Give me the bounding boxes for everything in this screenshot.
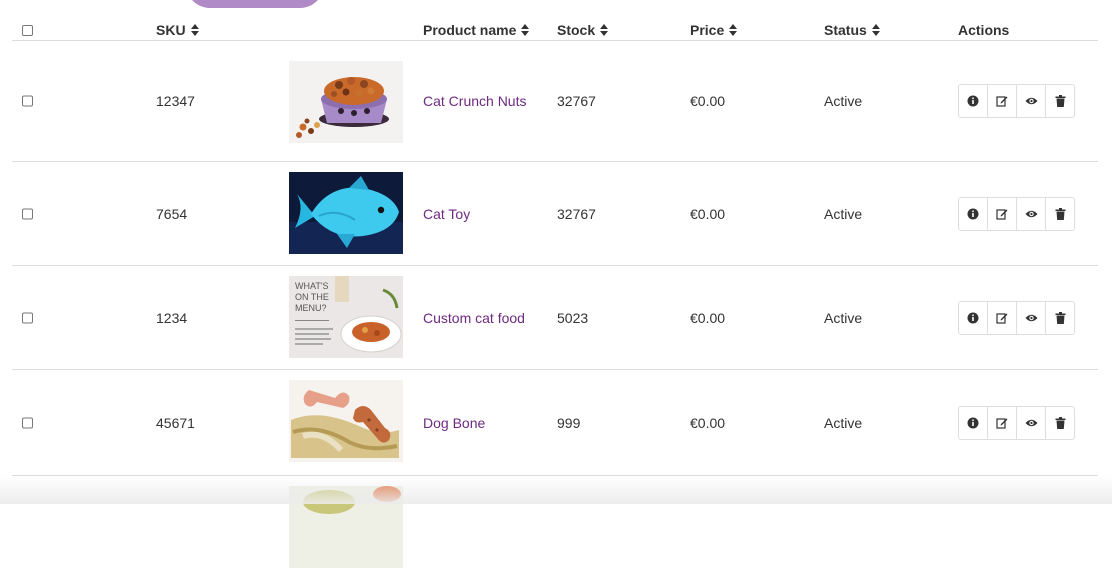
- sort-icon: [190, 24, 199, 36]
- edit-icon: [996, 312, 1008, 324]
- sku-cell: 1234: [156, 309, 188, 326]
- view-icon: [1025, 97, 1037, 105]
- price-cell: €0.00: [690, 205, 726, 222]
- actions-header-label: Actions: [958, 22, 1010, 38]
- view-button[interactable]: [1017, 85, 1046, 117]
- row-checkbox[interactable]: [22, 417, 33, 428]
- price-header-label: Price: [690, 22, 725, 38]
- stock-header[interactable]: Stock: [557, 22, 609, 38]
- table-row: 12347 Cat Crunch Nuts 32767 €0.00 Active: [12, 41, 1098, 162]
- delete-button[interactable]: [1046, 302, 1074, 334]
- product-name-link[interactable]: Cat Toy: [423, 206, 470, 222]
- edit-button[interactable]: [988, 197, 1017, 230]
- status-header-label: Status: [824, 22, 867, 38]
- product-thumbnail: [289, 172, 403, 254]
- view-icon: [1025, 210, 1037, 217]
- delete-button[interactable]: [1046, 407, 1074, 439]
- table-row: 7654 Cat Toy 32767 €0.00 Active: [12, 162, 1098, 266]
- delete-icon: [1055, 207, 1065, 220]
- product-name-link[interactable]: Cat Crunch Nuts: [423, 93, 526, 109]
- delete-icon: [1055, 416, 1065, 429]
- sku-header[interactable]: SKU: [156, 22, 199, 38]
- actions-header: Actions: [958, 22, 1009, 38]
- sort-icon: [871, 24, 880, 36]
- status-cell: Active: [824, 414, 863, 431]
- info-button[interactable]: [959, 85, 988, 117]
- menu-heading-line2: ON THE: [295, 292, 329, 302]
- row-checkbox[interactable]: [22, 95, 33, 107]
- stock-cell: 5023: [557, 309, 589, 326]
- view-icon: [1025, 314, 1037, 321]
- edit-icon: [996, 96, 1008, 107]
- edit-button[interactable]: [988, 406, 1017, 439]
- view-icon: [1025, 419, 1037, 426]
- status-cell: Active: [824, 93, 863, 109]
- stock-cell: 999: [557, 414, 581, 431]
- row-actions: [958, 84, 1075, 118]
- row-actions: [958, 196, 1075, 231]
- select-all-cell: [22, 25, 33, 36]
- table-row: 1234 WHAT'S ON THE MENU? Custom cat food…: [12, 266, 1098, 370]
- info-button[interactable]: [959, 301, 988, 334]
- table-header: SKU Product name Stock Price Status Acti…: [12, 0, 1098, 41]
- edit-button[interactable]: [988, 85, 1017, 117]
- sort-icon: [729, 24, 738, 36]
- status-header[interactable]: Status: [824, 22, 880, 38]
- delete-icon: [1055, 95, 1065, 107]
- menu-heading-line3: MENU?: [295, 303, 327, 313]
- product-name-link[interactable]: Dog Bone: [423, 415, 485, 431]
- view-button[interactable]: [1017, 301, 1046, 334]
- info-button[interactable]: [959, 197, 988, 230]
- sku-cell: 45671: [156, 414, 195, 431]
- sku-cell: 12347: [156, 93, 195, 109]
- table-row: 45671 Dog Bone 999 €0.00 Active: [12, 370, 1098, 476]
- products-table: SKU Product name Stock Price Status Acti…: [12, 0, 1098, 568]
- product-name-header-label: Product name: [423, 22, 517, 38]
- view-button[interactable]: [1017, 197, 1046, 230]
- edit-button[interactable]: [988, 301, 1017, 334]
- price-cell: €0.00: [690, 309, 726, 326]
- row-actions: [958, 300, 1075, 335]
- row-actions: [958, 405, 1075, 440]
- product-thumbnail: [289, 61, 403, 143]
- price-cell: €0.00: [690, 93, 726, 109]
- product-thumbnail: [289, 380, 403, 462]
- info-icon: [967, 312, 979, 323]
- info-icon: [967, 95, 979, 107]
- status-cell: Active: [824, 309, 863, 326]
- delete-button[interactable]: [1046, 85, 1074, 117]
- bottom-shadow: [0, 476, 1112, 504]
- sort-icon: [600, 24, 609, 36]
- product-name-link[interactable]: Custom cat food: [423, 310, 525, 326]
- info-icon: [967, 417, 979, 428]
- edit-icon: [996, 417, 1008, 429]
- price-cell: €0.00: [690, 414, 726, 431]
- info-icon: [967, 208, 979, 219]
- edit-icon: [996, 208, 1008, 220]
- delete-button[interactable]: [1046, 198, 1074, 230]
- delete-icon: [1055, 311, 1065, 324]
- sku-cell: 7654: [156, 205, 188, 222]
- sku-header-label: SKU: [156, 22, 186, 38]
- info-button[interactable]: [959, 406, 988, 439]
- stock-header-label: Stock: [557, 22, 596, 38]
- status-cell: Active: [824, 205, 863, 222]
- row-checkbox[interactable]: [22, 208, 33, 219]
- sort-icon: [521, 24, 530, 36]
- stock-cell: 32767: [557, 205, 596, 222]
- stock-cell: 32767: [557, 93, 596, 109]
- select-all-checkbox[interactable]: [22, 25, 33, 36]
- price-header[interactable]: Price: [690, 22, 738, 38]
- menu-heading-line1: WHAT'S: [295, 281, 329, 291]
- product-name-header[interactable]: Product name: [423, 22, 530, 38]
- row-checkbox[interactable]: [22, 312, 33, 323]
- view-button[interactable]: [1017, 406, 1046, 439]
- product-thumbnail: WHAT'S ON THE MENU?: [289, 276, 403, 358]
